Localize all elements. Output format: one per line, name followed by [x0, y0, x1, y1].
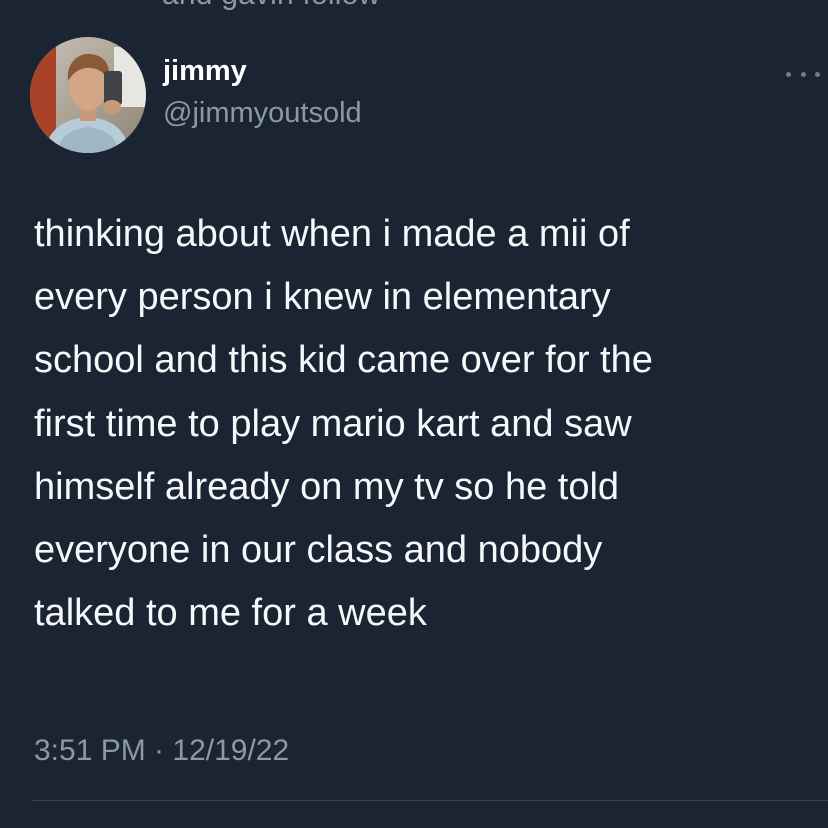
divider	[32, 800, 828, 801]
tweet-text-line: thinking about when i made a mii of	[34, 213, 630, 255]
tweet-card: and gavin follow jimmy @jimmyoutsold	[0, 0, 828, 828]
tweet-text-line: every person i knew in elementary	[34, 276, 611, 319]
tweet-text-line: first time to play mario kart and saw	[34, 402, 632, 445]
ellipsis-icon	[786, 71, 791, 77]
author-display-name[interactable]: jimmy	[163, 55, 247, 88]
ellipsis-icon-dot	[815, 71, 820, 77]
tweet-text-line: talked to me for a week	[34, 592, 427, 635]
tweet-text: thinking about when i made a mii of ever…	[34, 203, 814, 645]
tweet-text-line: everyone in our class and nobody	[34, 529, 603, 572]
tweet-text-line: school and this kid came over for the	[34, 339, 653, 382]
tweet-timestamp[interactable]: 3:51 PM · 12/19/22	[34, 734, 289, 768]
tweet-text-line: himself already on my tv so he told	[34, 465, 620, 508]
profile-photo-icon	[30, 37, 146, 153]
author-handle[interactable]: @jimmyoutsold	[163, 97, 362, 130]
avatar[interactable]	[30, 37, 146, 153]
more-options-button[interactable]	[786, 64, 820, 84]
social-context-text[interactable]: and gavin follow	[162, 0, 380, 12]
ellipsis-icon-dot	[800, 71, 806, 77]
